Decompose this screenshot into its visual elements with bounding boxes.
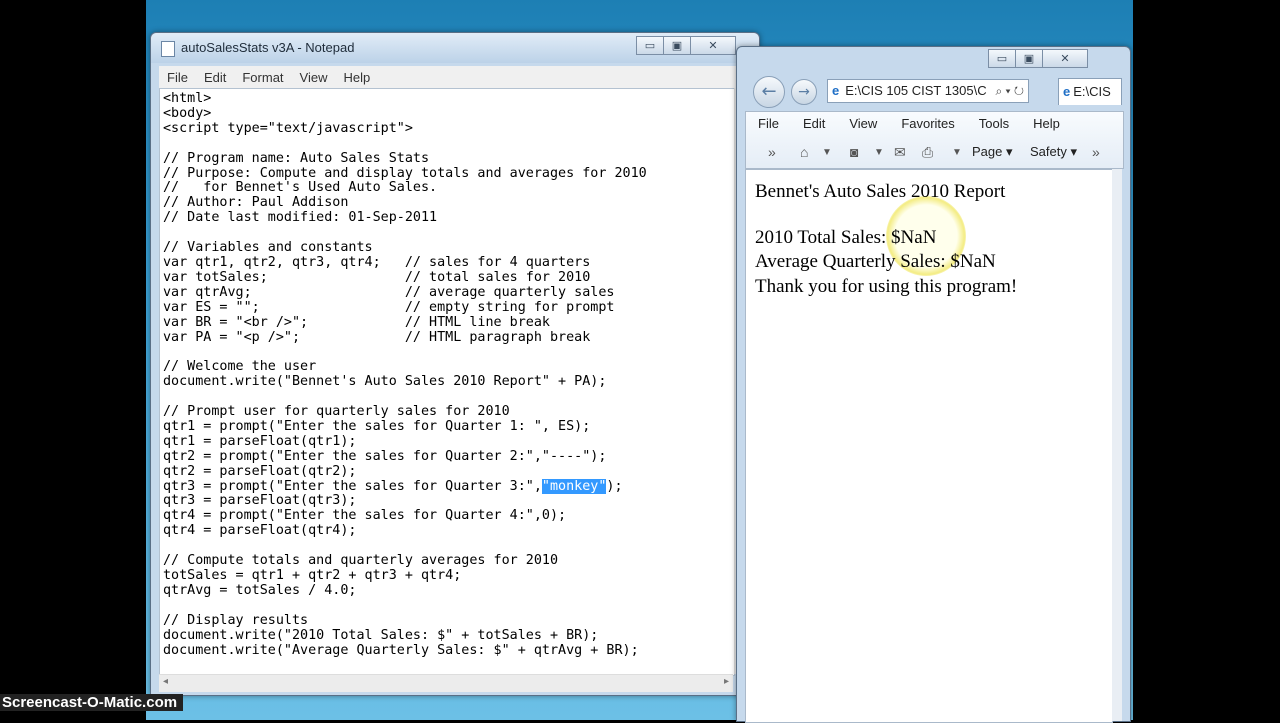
browser-navbar: ← → e E:\CIS 105 CIST 1305\C ⌕ ▾ ↻ e E:\CI…: [737, 71, 1130, 111]
feeds-dropdown-icon[interactable]: ▼: [874, 147, 884, 158]
caption-buttons: ▭ ▣ ✕: [636, 36, 736, 55]
scroll-right-icon[interactable]: ▸: [724, 676, 729, 687]
menu-help[interactable]: Help: [335, 70, 378, 85]
print-dropdown-icon[interactable]: ▼: [952, 147, 962, 158]
text-editor[interactable]: <html> <body> <script type="text/javascr…: [159, 88, 735, 676]
home-icon[interactable]: ⌂: [800, 144, 808, 160]
ie-page-icon: e: [832, 83, 840, 98]
more-tools-icon[interactable]: »: [1092, 144, 1100, 160]
total-sales-line: 2010 Total Sales: $NaN: [755, 227, 937, 248]
browser-scrollbar[interactable]: [1112, 169, 1122, 721]
print-icon[interactable]: ⎙: [922, 144, 933, 161]
browser-tab[interactable]: e E:\CIS: [1058, 78, 1122, 105]
code-text[interactable]: <html> <body> <script type="text/javascr…: [160, 89, 734, 658]
menu-file[interactable]: File: [159, 70, 196, 85]
notepad-titlebar[interactable]: autoSalesStats v3A - Notepad ▭ ▣ ✕: [151, 33, 759, 63]
browser-caption-buttons: ▭ ▣ ✕: [988, 49, 1088, 68]
tab-ie-icon: e: [1063, 84, 1071, 99]
average-sales-line: Average Quarterly Sales: $NaN: [755, 251, 996, 272]
thank-you-line: Thank you for using this program!: [755, 276, 1018, 297]
browser-close-button[interactable]: ✕: [1042, 49, 1088, 68]
browser-menu-help[interactable]: Help: [1033, 116, 1060, 131]
browser-menu-bar: File Edit View Favorites Tools Help: [758, 116, 1084, 131]
address-search-refresh-icons[interactable]: ⌕ ▾ ↻: [995, 80, 1024, 102]
chevron-icon[interactable]: »: [768, 144, 776, 160]
address-text: E:\CIS 105 CIST 1305\C: [845, 83, 987, 98]
browser-menu-view[interactable]: View: [849, 116, 877, 131]
minimize-button[interactable]: ▭: [636, 36, 664, 55]
watermark: Screencast-O-Matic.com: [0, 694, 184, 711]
browser-menu-edit[interactable]: Edit: [803, 116, 825, 131]
forward-icon[interactable]: →: [791, 79, 817, 105]
browser-minimize-button[interactable]: ▭: [988, 49, 1016, 68]
safety-menu-button[interactable]: Safety ▾: [1030, 144, 1077, 160]
menu-view[interactable]: View: [292, 70, 336, 85]
browser-toolbar: » ⌂ ▼ ◙ ▼ ✉ ⎙ ▼ Page ▾ Safety ▾ »: [746, 140, 1123, 164]
page-content: Bennet's Auto Sales 2010 Report 2010 Tot…: [745, 169, 1113, 723]
selected-text[interactable]: "monkey": [541, 478, 607, 494]
menu-format[interactable]: Format: [234, 70, 291, 85]
mail-icon[interactable]: ✉: [894, 144, 906, 161]
notepad-app-icon: [161, 41, 175, 57]
menu-edit[interactable]: Edit: [196, 70, 234, 85]
maximize-button[interactable]: ▣: [663, 36, 691, 55]
menu-bar: File Edit Format View Help: [159, 66, 751, 88]
browser-window: ▭ ▣ ✕ ← → e E:\CIS 105 CIST 1305\C ⌕ ▾ ↻ …: [736, 46, 1131, 723]
horizontal-scrollbar[interactable]: ◂ ▸: [159, 674, 733, 692]
code-before-selection: <html> <body> <script type="text/javascr…: [163, 91, 647, 494]
scroll-left-icon[interactable]: ◂: [163, 676, 168, 687]
report-heading: Bennet's Auto Sales 2010 Report: [755, 181, 1006, 202]
browser-maximize-button[interactable]: ▣: [1015, 49, 1043, 68]
home-dropdown-icon[interactable]: ▼: [822, 147, 832, 158]
window-title: autoSalesStats v3A - Notepad: [181, 40, 355, 55]
command-bar: File Edit View Favorites Tools Help » ⌂ …: [745, 111, 1124, 169]
back-icon[interactable]: ←: [753, 76, 785, 108]
notepad-window: autoSalesStats v3A - Notepad ▭ ▣ ✕ File …: [150, 32, 760, 696]
page-menu-button[interactable]: Page ▾: [972, 144, 1013, 160]
browser-menu-tools[interactable]: Tools: [979, 116, 1009, 131]
address-bar[interactable]: e E:\CIS 105 CIST 1305\C ⌕ ▾ ↻: [827, 79, 1029, 103]
code-after-selection: ); qtr3 = parseFloat(qtr3); qtr4 = promp…: [163, 478, 639, 658]
browser-menu-favorites[interactable]: Favorites: [901, 116, 954, 131]
tab-title: E:\CIS: [1073, 84, 1111, 99]
close-button[interactable]: ✕: [690, 36, 736, 55]
browser-menu-file[interactable]: File: [758, 116, 779, 131]
feeds-icon[interactable]: ◙: [850, 144, 858, 160]
